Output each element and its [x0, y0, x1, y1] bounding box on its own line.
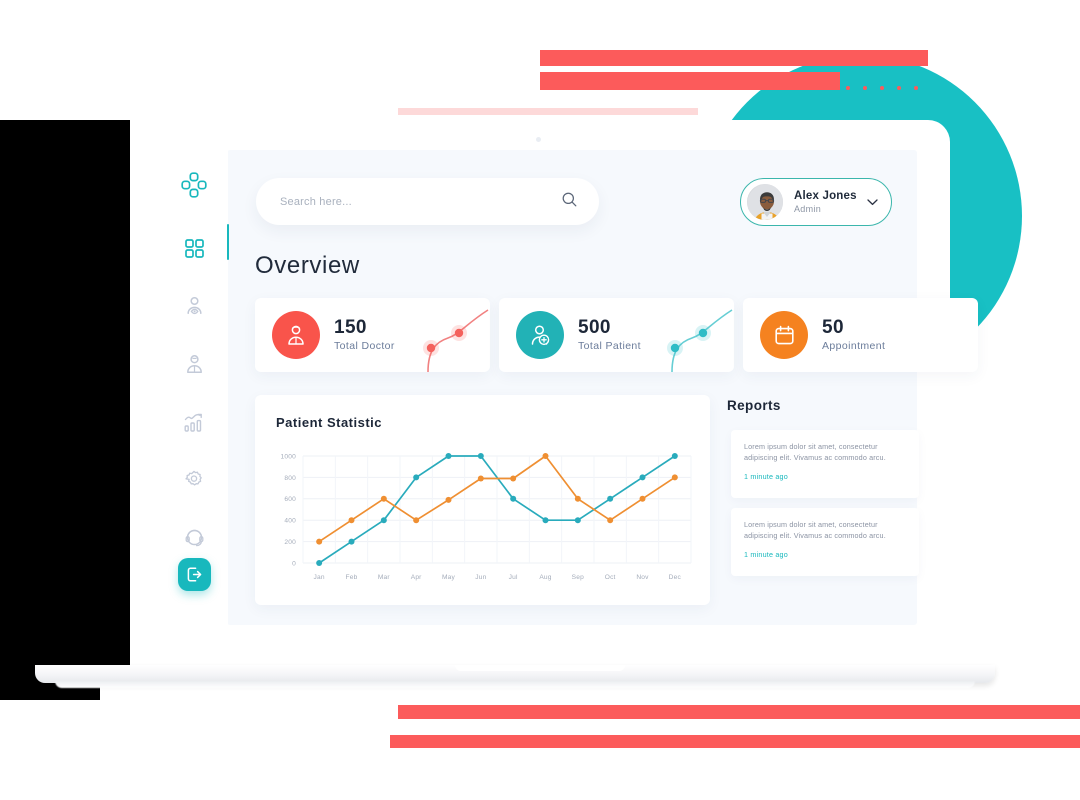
sidebar-item-patients[interactable] [176, 291, 212, 321]
chart-area: 0 200 400 600 800 1000 Jan Feb Mar Apr May Jun Jul Au… [267, 450, 699, 585]
bar-chart-icon [184, 413, 202, 432]
stat-value: 50 [822, 317, 844, 338]
svg-text:Aug: Aug [539, 574, 551, 581]
sidebar-item-dashboard[interactable] [176, 233, 212, 263]
line-chart: 0 200 400 600 800 1000 Jan Feb Mar Apr May Jun Jul Au… [281, 453, 692, 581]
svg-text:Mar: Mar [378, 574, 391, 581]
sparkline-doctor [423, 309, 489, 372]
patient-eye-icon [186, 296, 202, 314]
svg-text:200: 200 [284, 539, 296, 546]
calendar-icon-circle [760, 311, 808, 359]
svg-text:Dec: Dec [669, 574, 682, 581]
svg-text:Sep: Sep [572, 574, 584, 581]
stat-card-appointment[interactable]: 50 Appointment [743, 298, 978, 372]
sidebar-item-doctors[interactable] [176, 349, 212, 379]
laptop-camera-icon [536, 137, 541, 142]
svg-text:Jan: Jan [314, 574, 325, 581]
svg-text:1000: 1000 [281, 453, 297, 460]
report-item[interactable]: Lorem ipsum dolor sit amet, consectetur … [731, 508, 919, 576]
doctor-icon-circle [272, 311, 320, 359]
profile-role: Admin [794, 203, 822, 214]
brand-logo-icon[interactable] [181, 172, 207, 203]
coral-stripe-top [540, 50, 928, 66]
svg-text:Nov: Nov [636, 574, 649, 581]
doctor-user-icon [186, 354, 202, 373]
report-text: Lorem ipsum dolor sit amet, consectetur … [744, 520, 886, 540]
patient-plus-icon [531, 325, 550, 346]
svg-text:Feb: Feb [346, 574, 358, 581]
search-icon[interactable] [562, 192, 577, 212]
profile-name: Alex Jones [794, 189, 857, 202]
sidebar-item-support[interactable] [176, 523, 212, 553]
coral-stripe-light [398, 108, 698, 115]
laptop-notch [455, 665, 625, 671]
stat-label: Total Doctor [334, 340, 395, 352]
calendar-icon [774, 325, 794, 344]
stat-value: 150 [334, 317, 367, 338]
patient-icon-circle [516, 311, 564, 359]
doctor-icon [288, 325, 304, 345]
stat-card-list: 150 Total Doctor 500 Total Patient 50 Ap… [255, 298, 978, 372]
svg-text:Oct: Oct [605, 574, 616, 581]
search-bar[interactable] [256, 178, 599, 225]
stat-card-text: 50 Appointment [822, 316, 885, 354]
logout-button[interactable] [178, 558, 211, 591]
svg-text:Jul: Jul [509, 574, 518, 581]
chevron-down-icon[interactable] [867, 193, 878, 211]
stat-card-total-doctor[interactable]: 150 Total Doctor [255, 298, 490, 372]
profile-menu[interactable]: Alex Jones Admin [740, 178, 892, 226]
stat-card-total-patient[interactable]: 500 Total Patient [499, 298, 734, 372]
stat-label: Appointment [822, 340, 886, 352]
report-text: Lorem ipsum dolor sit amet, consectetur … [744, 442, 886, 462]
sparkline-patient [667, 309, 733, 372]
sidebar-nav [176, 233, 212, 553]
reports-title: Reports [727, 398, 781, 413]
svg-text:May: May [442, 574, 456, 581]
report-item[interactable]: Lorem ipsum dolor sit amet, consectetur … [731, 430, 919, 498]
svg-text:Apr: Apr [411, 574, 422, 581]
gear-icon [185, 470, 202, 486]
laptop-foot [55, 681, 975, 688]
logout-arrow-icon [187, 567, 202, 582]
svg-text:0: 0 [292, 560, 296, 567]
svg-text:400: 400 [284, 518, 296, 525]
svg-text:600: 600 [284, 496, 296, 503]
report-timestamp: 1 minute ago [744, 550, 788, 559]
profile-text: Alex Jones Admin [794, 189, 867, 216]
grid-dashboard-icon [184, 238, 204, 258]
search-input[interactable] [278, 194, 562, 209]
patient-statistic-panel: Patient Statistic 0 200 400 600 800 1000 Jan Fe… [255, 395, 710, 605]
sidebar-active-indicator [227, 224, 229, 260]
coral-stripe-bottom-1 [398, 705, 1080, 719]
stat-label: Total Patient [578, 340, 641, 352]
coral-stripe-bottom-2 [390, 735, 1080, 748]
headset-support-icon [185, 529, 203, 546]
report-timestamp: 1 minute ago [744, 472, 788, 481]
svg-text:Jun: Jun [475, 574, 486, 581]
composition-stage: Alex Jones Admin Overview 150 Total [0, 0, 1080, 800]
page-title: Overview [255, 252, 360, 279]
stat-value: 500 [578, 317, 611, 338]
sidebar-item-reports[interactable] [176, 407, 212, 437]
left-mask-block-2 [0, 120, 100, 700]
chart-title: Patient Statistic [276, 415, 383, 430]
sidebar-item-settings[interactable] [176, 465, 212, 495]
svg-text:800: 800 [284, 475, 296, 482]
avatar [745, 182, 785, 222]
stat-card-text: 500 Total Patient [578, 316, 641, 354]
stat-card-text: 150 Total Doctor [334, 316, 395, 354]
coral-stripe-second [540, 72, 840, 90]
